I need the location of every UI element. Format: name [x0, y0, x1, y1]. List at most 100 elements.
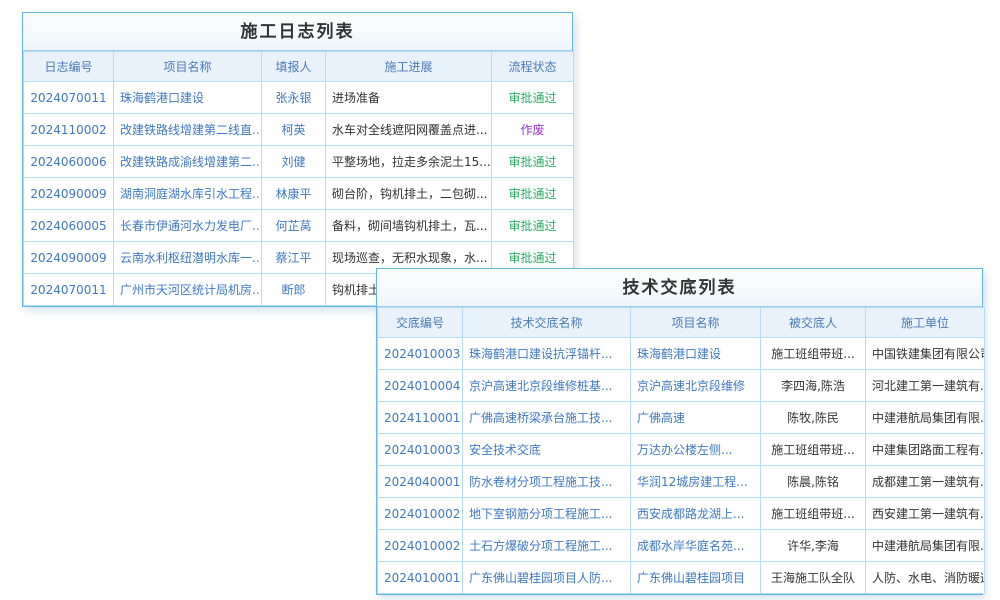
column-header: 填报人 — [262, 52, 326, 82]
project-name-cell[interactable]: 万达办公楼左侧... — [631, 434, 761, 466]
table-row[interactable]: 2024010002地下室钢筋分项工程施工...西安成都路龙湖上...施工班组带… — [378, 498, 985, 530]
project-name-cell[interactable]: 改建铁路线增建第二线直... — [114, 114, 262, 146]
tech-disclosure-header-row: 交底编号技术交底名称项目名称被交底人施工单位 — [378, 308, 985, 338]
disclosure-name-cell[interactable]: 广东佛山碧桂园项目人防... — [463, 562, 631, 594]
table-row[interactable]: 2024110002改建铁路线增建第二线直...柯英水车对全线遮阳网覆盖点进..… — [24, 114, 574, 146]
status-cell: 审批通过 — [492, 146, 574, 178]
construction-unit-cell: 成都建工第一建筑有... — [866, 466, 985, 498]
construction-unit-cell: 人防、水电、消防暖通 — [866, 562, 985, 594]
reporter-cell: 蔡江平 — [262, 242, 326, 274]
column-header: 被交底人 — [761, 308, 866, 338]
table-row[interactable]: 2024010003珠海鹤港口建设抗浮锚杆...珠海鹤港口建设施工班组带班...… — [378, 338, 985, 370]
project-name-cell[interactable]: 湖南洞庭湖水库引水工程... — [114, 178, 262, 210]
progress-cell: 平整场地，拉走多余泥土15... — [326, 146, 492, 178]
construction-unit-cell: 中建集团路面工程有... — [866, 434, 985, 466]
disclosure-id-cell[interactable]: 2024010001 — [378, 562, 463, 594]
log-id-cell[interactable]: 2024090009 — [24, 178, 114, 210]
status-cell: 作废 — [492, 114, 574, 146]
receiver-cell: 施工班组带班... — [761, 434, 866, 466]
construction-log-panel: 施工日志列表 日志编号项目名称填报人施工进展流程状态 2024070011珠海鹤… — [22, 12, 573, 307]
project-name-cell[interactable]: 广东佛山碧桂园项目 — [631, 562, 761, 594]
table-row[interactable]: 2024060005长春市伊通河水力发电厂...何芷莴备料，砌间墙钩机排土，瓦.… — [24, 210, 574, 242]
log-id-cell[interactable]: 2024070011 — [24, 82, 114, 114]
construction-unit-cell: 中国铁建集团有限公司 — [866, 338, 985, 370]
tech-disclosure-title: 技术交底列表 — [377, 269, 982, 307]
progress-cell: 备料，砌间墙钩机排土，瓦... — [326, 210, 492, 242]
disclosure-id-cell[interactable]: 2024010002 — [378, 530, 463, 562]
column-header: 技术交底名称 — [463, 308, 631, 338]
receiver-cell: 陈晨,陈铭 — [761, 466, 866, 498]
receiver-cell: 王海施工队全队 — [761, 562, 866, 594]
table-row[interactable]: 2024040001防水卷材分项工程施工技...华润12城房建工程...陈晨,陈… — [378, 466, 985, 498]
table-row[interactable]: 2024090009湖南洞庭湖水库引水工程...林康平砌台阶，钩机排土，二包砌.… — [24, 178, 574, 210]
disclosure-name-cell[interactable]: 广佛高速桥梁承台施工技... — [463, 402, 631, 434]
column-header: 项目名称 — [114, 52, 262, 82]
disclosure-id-cell[interactable]: 2024010004 — [378, 370, 463, 402]
construction-log-header-row: 日志编号项目名称填报人施工进展流程状态 — [24, 52, 574, 82]
table-row[interactable]: 2024010003安全技术交底万达办公楼左侧...施工班组带班...中建集团路… — [378, 434, 985, 466]
disclosure-id-cell[interactable]: 2024010002 — [378, 498, 463, 530]
log-id-cell[interactable]: 2024060006 — [24, 146, 114, 178]
project-name-cell[interactable]: 云南水利枢纽潜明水库一... — [114, 242, 262, 274]
receiver-cell: 陈牧,陈民 — [761, 402, 866, 434]
column-header: 流程状态 — [492, 52, 574, 82]
disclosure-name-cell[interactable]: 防水卷材分项工程施工技... — [463, 466, 631, 498]
project-name-cell[interactable]: 京沪高速北京段维修 — [631, 370, 761, 402]
receiver-cell: 李四海,陈浩 — [761, 370, 866, 402]
reporter-cell: 张永银 — [262, 82, 326, 114]
table-row[interactable]: 2024010002土石方爆破分项工程施工...成都水岸华庭名苑...许华,李海… — [378, 530, 985, 562]
project-name-cell[interactable]: 华润12城房建工程... — [631, 466, 761, 498]
column-header: 交底编号 — [378, 308, 463, 338]
receiver-cell: 施工班组带班... — [761, 338, 866, 370]
disclosure-name-cell[interactable]: 地下室钢筋分项工程施工... — [463, 498, 631, 530]
project-name-cell[interactable]: 西安成都路龙湖上... — [631, 498, 761, 530]
column-header: 日志编号 — [24, 52, 114, 82]
tech-disclosure-panel: 技术交底列表 交底编号技术交底名称项目名称被交底人施工单位 2024010003… — [376, 268, 983, 595]
status-cell: 审批通过 — [492, 210, 574, 242]
reporter-cell: 刘健 — [262, 146, 326, 178]
construction-unit-cell: 中建港航局集团有限... — [866, 402, 985, 434]
project-name-cell[interactable]: 改建铁路成渝线增建第二... — [114, 146, 262, 178]
project-name-cell[interactable]: 珠海鹤港口建设 — [631, 338, 761, 370]
disclosure-id-cell[interactable]: 2024010003 — [378, 338, 463, 370]
disclosure-id-cell[interactable]: 2024040001 — [378, 466, 463, 498]
table-row[interactable]: 2024010001广东佛山碧桂园项目人防...广东佛山碧桂园项目王海施工队全队… — [378, 562, 985, 594]
progress-cell: 进场准备 — [326, 82, 492, 114]
log-id-cell[interactable]: 2024060005 — [24, 210, 114, 242]
construction-log-title: 施工日志列表 — [23, 13, 572, 51]
column-header: 项目名称 — [631, 308, 761, 338]
construction-unit-cell: 中建港航局集团有限... — [866, 530, 985, 562]
table-row[interactable]: 2024070011珠海鹤港口建设张永银进场准备审批通过 — [24, 82, 574, 114]
tech-disclosure-table: 交底编号技术交底名称项目名称被交底人施工单位 2024010003珠海鹤港口建设… — [377, 307, 985, 594]
progress-cell: 砌台阶，钩机排土，二包砌... — [326, 178, 492, 210]
disclosure-id-cell[interactable]: 2024010003 — [378, 434, 463, 466]
construction-unit-cell: 西安建工第一建筑有... — [866, 498, 985, 530]
project-name-cell[interactable]: 成都水岸华庭名苑... — [631, 530, 761, 562]
project-name-cell[interactable]: 长春市伊通河水力发电厂... — [114, 210, 262, 242]
project-name-cell[interactable]: 珠海鹤港口建设 — [114, 82, 262, 114]
project-name-cell[interactable]: 广州市天河区统计局机房... — [114, 274, 262, 306]
disclosure-id-cell[interactable]: 2024110001 — [378, 402, 463, 434]
project-name-cell[interactable]: 广佛高速 — [631, 402, 761, 434]
disclosure-name-cell[interactable]: 土石方爆破分项工程施工... — [463, 530, 631, 562]
reporter-cell: 林康平 — [262, 178, 326, 210]
construction-unit-cell: 河北建工第一建筑有... — [866, 370, 985, 402]
disclosure-name-cell[interactable]: 珠海鹤港口建设抗浮锚杆... — [463, 338, 631, 370]
table-row[interactable]: 2024060006改建铁路成渝线增建第二...刘健平整场地，拉走多余泥土15.… — [24, 146, 574, 178]
reporter-cell: 断郎 — [262, 274, 326, 306]
reporter-cell: 柯英 — [262, 114, 326, 146]
reporter-cell: 何芷莴 — [262, 210, 326, 242]
receiver-cell: 施工班组带班... — [761, 498, 866, 530]
progress-cell: 水车对全线遮阳网覆盖点进... — [326, 114, 492, 146]
status-cell: 审批通过 — [492, 178, 574, 210]
log-id-cell[interactable]: 2024110002 — [24, 114, 114, 146]
log-id-cell[interactable]: 2024090009 — [24, 242, 114, 274]
disclosure-name-cell[interactable]: 安全技术交底 — [463, 434, 631, 466]
column-header: 施工进展 — [326, 52, 492, 82]
table-row[interactable]: 2024010004京沪高速北京段维修桩基...京沪高速北京段维修李四海,陈浩河… — [378, 370, 985, 402]
log-id-cell[interactable]: 2024070011 — [24, 274, 114, 306]
receiver-cell: 许华,李海 — [761, 530, 866, 562]
disclosure-name-cell[interactable]: 京沪高速北京段维修桩基... — [463, 370, 631, 402]
table-row[interactable]: 2024110001广佛高速桥梁承台施工技...广佛高速陈牧,陈民中建港航局集团… — [378, 402, 985, 434]
column-header: 施工单位 — [866, 308, 985, 338]
